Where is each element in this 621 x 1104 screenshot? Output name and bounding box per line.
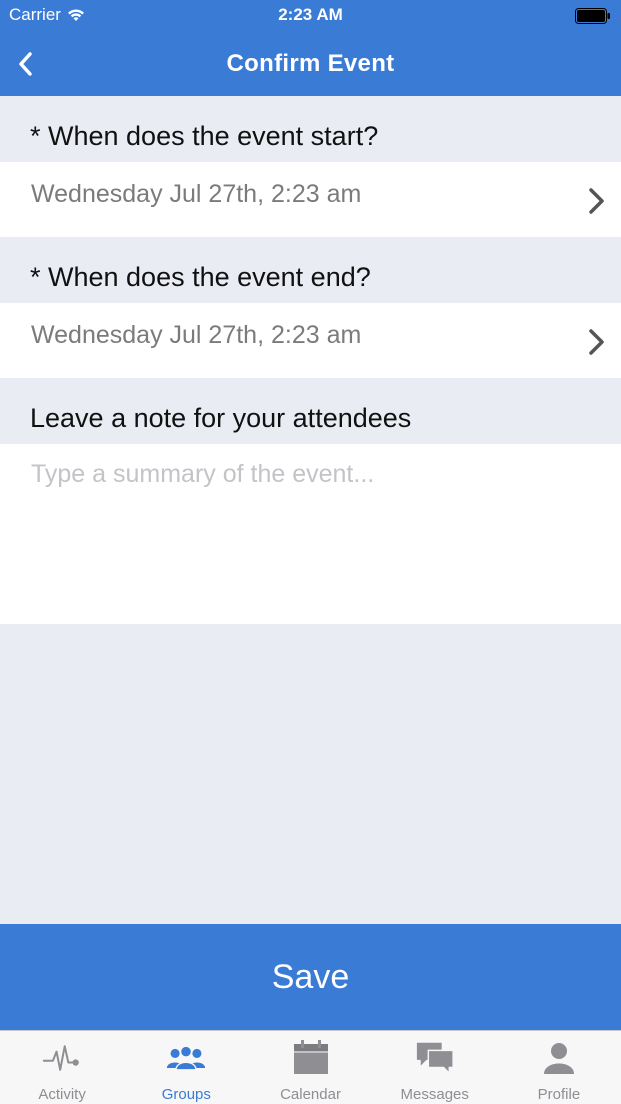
status-bar: Carrier 2:23 AM [0,0,621,32]
page-title: Confirm Event [226,50,395,77]
note-area [0,444,621,624]
chevron-right-icon [589,188,604,214]
header: Carrier 2:23 AM Confirm Event [0,0,621,96]
calendar-icon [291,1040,331,1075]
save-button[interactable]: Save [0,924,621,1030]
end-time-row[interactable]: Wednesday Jul 27th, 2:23 am [0,303,621,378]
start-time-row[interactable]: Wednesday Jul 27th, 2:23 am [0,162,621,237]
battery-icon [575,8,610,24]
end-time-value: Wednesday Jul 27th, 2:23 am [31,321,362,349]
activity-icon [42,1041,82,1075]
tab-label: Messages [400,1086,469,1103]
tab-profile[interactable]: Profile [497,1031,621,1104]
tab-calendar[interactable]: Calendar [248,1031,372,1104]
tab-activity[interactable]: Activity [0,1031,124,1104]
chevron-right-icon [589,329,604,355]
profile-icon [539,1041,579,1075]
tab-label: Groups [161,1086,211,1103]
tab-label: Profile [537,1086,581,1103]
status-time: 2:23 AM [278,5,343,24]
tab-groups[interactable]: Groups [124,1031,248,1104]
groups-icon [166,1041,206,1075]
tab-label: Calendar [280,1086,341,1103]
start-time-label: * When does the event start? [30,121,379,151]
tab-label: Activity [38,1086,86,1103]
start-time-value: Wednesday Jul 27th, 2:23 am [31,180,362,208]
tab-bar: Activity Groups Calendar Messages Profil… [0,1030,621,1104]
tab-messages[interactable]: Messages [373,1031,497,1104]
end-time-label: * When does the event end? [30,262,371,292]
messages-icon [415,1041,455,1075]
navigation-bar: Confirm Event [0,32,621,96]
note-label: Leave a note for your attendees [30,403,412,433]
note-input[interactable] [0,444,621,624]
